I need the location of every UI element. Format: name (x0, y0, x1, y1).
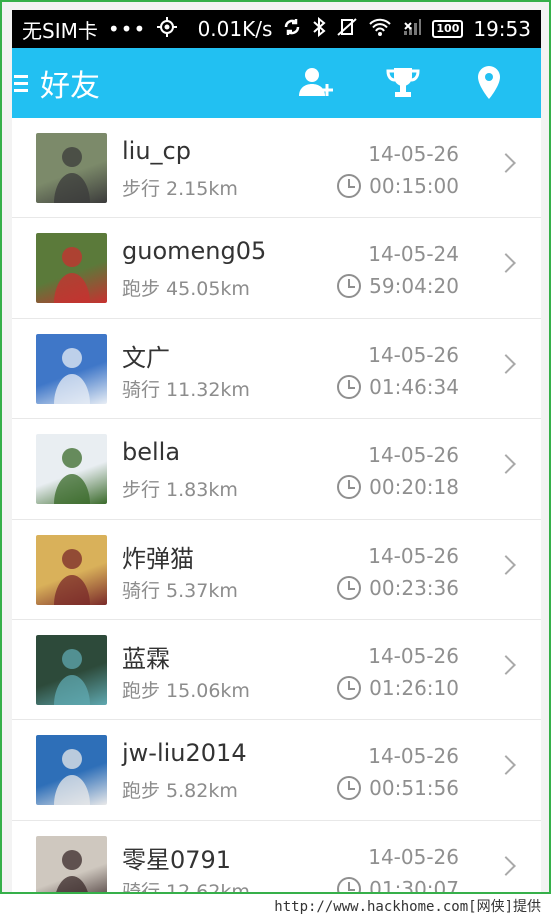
clock-icon (337, 776, 362, 801)
notification-dots: ••• (107, 17, 147, 41)
avatar (36, 233, 107, 304)
activity-duration: 00:20:18 (337, 475, 459, 500)
signal-icon (402, 17, 422, 42)
activity-date: 14-05-26 (368, 643, 459, 668)
menu-icon[interactable] (14, 74, 36, 92)
activity-duration: 59:04:20 (337, 274, 459, 299)
wifi-icon (368, 17, 392, 42)
friend-row[interactable]: liu_cp 步行 2.15km 14-05-26 00:15:00 (12, 118, 541, 219)
avatar (36, 333, 107, 404)
activity-duration: 01:30:07 (337, 876, 459, 893)
friend-row[interactable]: 炸弹猫 骑行 5.37km 14-05-26 00:23:36 (12, 519, 541, 620)
duration-value: 00:15:00 (369, 174, 459, 198)
chevron-right-icon[interactable] (496, 253, 516, 274)
avatar (36, 534, 107, 605)
friend-row[interactable]: 文广 骑行 11.32km 14-05-26 01:46:34 (12, 318, 541, 420)
clock-icon (337, 374, 362, 399)
chevron-right-icon[interactable] (496, 454, 516, 475)
clock-icon (337, 575, 362, 600)
activity-date: 14-05-26 (368, 844, 459, 869)
activity-distance: 跑步 45.05km (122, 278, 250, 301)
chevron-right-icon[interactable] (496, 755, 516, 776)
friend-name: guomeng05 (122, 237, 267, 266)
friend-row[interactable]: jw-liu2014 跑步 5.82km 14-05-26 00:51:56 (12, 720, 541, 821)
activity-distance: 步行 1.83km (122, 479, 238, 502)
gps-icon (156, 16, 178, 43)
chevron-right-icon[interactable] (496, 153, 516, 173)
avatar (36, 634, 107, 705)
friend-name: bella (122, 438, 181, 467)
avatar (36, 835, 107, 893)
clock-icon (337, 174, 362, 198)
location-pin-icon[interactable] (469, 63, 509, 103)
page-title: 好友 (40, 69, 100, 104)
friend-name: liu_cp (122, 137, 191, 165)
duration-value: 00:20:18 (369, 475, 459, 500)
carrier-label: 无SIM卡 (22, 18, 98, 43)
network-speed: 0.01K/s (197, 17, 273, 41)
activity-date: 14-05-26 (368, 342, 459, 367)
activity-distance: 跑步 5.82km (122, 780, 238, 803)
activity-duration: 00:23:36 (337, 575, 459, 600)
clock-icon (337, 274, 362, 299)
vibrate-off-icon (336, 17, 358, 42)
avatar (36, 133, 107, 203)
watermark-url: http://www.hackhome.com[网侠]提供 (0, 892, 551, 918)
duration-value: 01:30:07 (369, 876, 459, 893)
duration-value: 00:51:56 (369, 776, 459, 801)
activity-duration: 00:15:00 (337, 174, 459, 198)
friend-row[interactable]: guomeng05 跑步 45.05km 14-05-24 59:04:20 (12, 218, 541, 319)
duration-value: 01:46:34 (369, 374, 459, 399)
sync-icon (282, 17, 302, 42)
activity-distance: 骑行 5.37km (122, 579, 238, 602)
duration-value: 01:26:10 (369, 675, 459, 700)
bluetooth-icon (312, 16, 326, 42)
activity-duration: 01:46:34 (337, 374, 459, 399)
chevron-right-icon[interactable] (496, 554, 516, 575)
trophy-icon[interactable] (383, 63, 423, 103)
clock-icon (337, 475, 362, 500)
friend-name: 蓝霖 (122, 644, 170, 673)
app-bar: 好友 (12, 48, 541, 118)
activity-date: 14-05-26 (368, 543, 459, 568)
avatar (36, 434, 107, 505)
activity-date: 14-05-26 (368, 443, 459, 468)
duration-value: 00:23:36 (369, 575, 459, 600)
friend-row[interactable]: 零星0791 骑行 12.62km 14-05-26 01:30:07 (12, 820, 541, 893)
friend-name: 零星0791 (122, 845, 232, 874)
chevron-right-icon[interactable] (496, 855, 516, 876)
activity-distance: 骑行 11.32km (122, 378, 250, 401)
status-bar: 无SIM卡 ••• 0.01K/s 100 19:53 (12, 10, 541, 48)
friend-row[interactable]: 蓝霖 跑步 15.06km 14-05-26 01:26:10 (12, 619, 541, 721)
activity-distance: 骑行 12.62km (122, 880, 250, 893)
activity-duration: 01:26:10 (337, 675, 459, 700)
friend-row[interactable]: bella 步行 1.83km 14-05-26 00:20:18 (12, 419, 541, 520)
clock-time: 19:53 (473, 17, 531, 41)
clock-icon (337, 876, 362, 893)
friend-name: jw-liu2014 (122, 739, 247, 768)
activity-date: 14-05-26 (368, 142, 459, 166)
avatar (36, 735, 107, 806)
duration-value: 59:04:20 (369, 274, 459, 299)
add-friend-icon[interactable] (297, 63, 337, 103)
phone-frame: 无SIM卡 ••• 0.01K/s 100 19:53 好友 liu_cp 步行… (0, 0, 551, 918)
activity-distance: 步行 2.15km (122, 178, 238, 200)
activity-date: 14-05-26 (368, 744, 459, 769)
activity-date: 14-05-24 (368, 242, 459, 267)
clock-icon (337, 675, 362, 700)
friend-name: 炸弹猫 (122, 544, 194, 573)
battery-indicator: 100 (432, 20, 464, 38)
activity-distance: 跑步 15.06km (122, 679, 250, 702)
chevron-right-icon[interactable] (496, 655, 516, 675)
chevron-right-icon[interactable] (496, 353, 516, 374)
activity-duration: 00:51:56 (337, 776, 459, 801)
friends-list: liu_cp 步行 2.15km 14-05-26 00:15:00 guome… (12, 118, 541, 893)
friend-name: 文广 (122, 343, 170, 372)
